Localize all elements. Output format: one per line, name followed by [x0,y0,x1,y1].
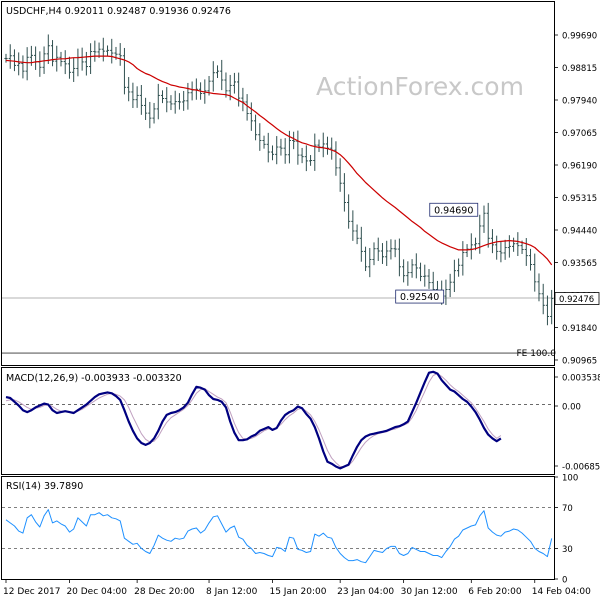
price-axis-label: 0.97940 [562,97,597,107]
last-price-label: 0.92476 [559,295,594,305]
fe-label: FE 100.0 [517,349,557,359]
x-axis-label: 14 Feb 04:00 [532,587,591,597]
rsi-axis-label: 100 [562,474,578,484]
macd-header: MACD(12,26,9) -0.003933 -0.003320 [6,373,182,384]
price-panel-frame [1,1,555,366]
x-axis-label: 6 Feb 20:00 [468,587,522,597]
x-axis-label: 23 Jan 04:00 [337,587,394,597]
x-axis-label: 8 Jan 12:00 [206,587,258,597]
chart-svg: ActionForex.com USDCHF,H4 0.92011 0.9248… [1,1,600,598]
axis-layer: 0.99690 0.98815 0.97940 0.97065 0.96190 0.953… [3,32,600,598]
macd-axis-label: 0.00 [562,403,581,413]
rsi-axis-label: 30 [562,545,573,555]
x-axis-label: 20 Dec 04:00 [66,587,127,597]
price-axis-label: 0.91840 [562,324,597,334]
x-axis-label: 15 Jan 20:00 [269,587,326,597]
chart-root: ActionForex.com USDCHF,H4 0.92011 0.9248… [0,0,600,600]
macd-signal-line [5,373,502,467]
macd-layer [2,370,554,470]
price-axis-label: 0.98815 [562,64,597,74]
rsi-layer [2,507,554,564]
x-axis-label: 30 Jan 12:00 [401,587,458,597]
price-axis-label: 0.94440 [562,227,597,237]
rsi-axis-label: 70 [562,504,573,514]
annotation-label: 0.92540 [400,292,439,303]
x-axis-label: 28 Dec 20:00 [134,587,195,597]
price-axis-label: 0.97065 [562,129,597,139]
price-header: USDCHF,H4 0.92011 0.92487 0.91936 0.9247… [6,6,231,17]
price-axis-label: 0.90965 [562,357,597,367]
rsi-header: RSI(14) 39.7890 [6,481,83,492]
x-axis-label: 12 Dec 2017 [3,587,61,597]
macd-axis-label: -0.006853 [562,463,600,473]
rsi-axis-label: 0 [562,576,567,586]
price-axis-label: 0.99690 [562,32,597,42]
rsi-line [5,509,553,564]
annotation-label: 0.94690 [434,205,473,216]
price-axis-label: 0.93565 [562,259,597,269]
price-axis-label: 0.96190 [562,162,597,172]
price-axis-label: 0.95315 [562,194,597,204]
macd-axis-label: 0.003538 [562,374,600,384]
watermark: ActionForex.com [316,72,524,101]
rsi-panel-frame [1,476,555,580]
